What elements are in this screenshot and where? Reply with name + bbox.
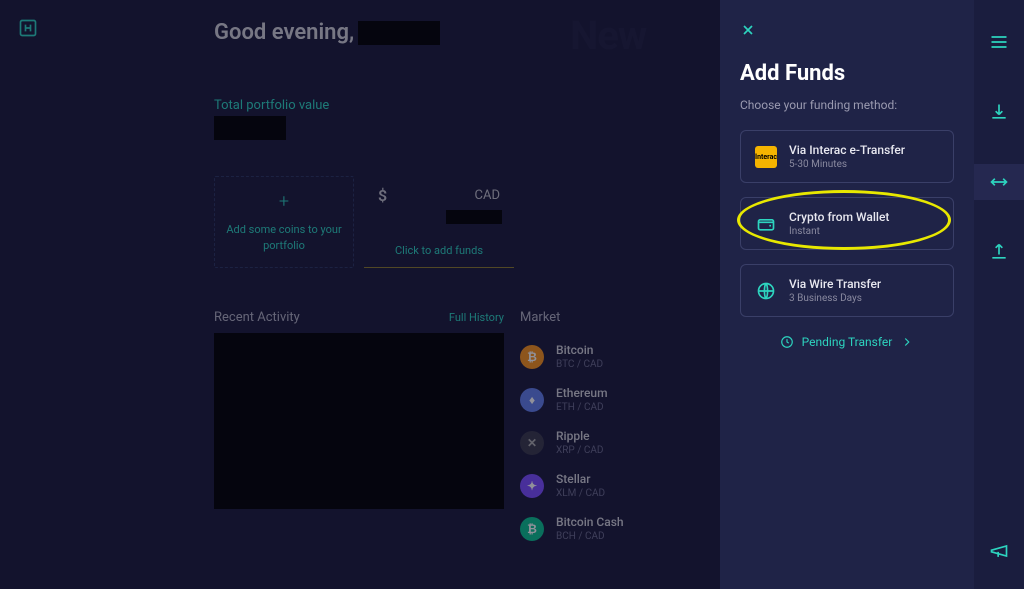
coin-icon: ♦: [520, 388, 544, 412]
deposit-icon[interactable]: [974, 94, 1024, 130]
fund-option-sub: 3 Business Days: [789, 293, 881, 304]
coin-icon: ✦: [520, 474, 544, 498]
full-history-link[interactable]: Full History: [449, 311, 504, 324]
activity-title: Recent Activity: [214, 310, 300, 325]
pending-label: Pending Transfer: [802, 335, 893, 349]
coin-icon: ₿: [520, 345, 544, 369]
coin-pair: BTC / CAD: [556, 359, 603, 370]
coin-name: Bitcoin: [556, 343, 603, 357]
coin-name: Ethereum: [556, 386, 608, 400]
coin-pair: ETH / CAD: [556, 402, 608, 413]
fund-option-title: Via Wire Transfer: [789, 277, 881, 291]
cad-balance-redacted: [446, 210, 502, 224]
wallet-icon: [755, 213, 777, 235]
coin-name: Bitcoin Cash: [556, 515, 624, 529]
coin-pair: BCH / CAD: [556, 531, 624, 542]
menu-icon[interactable]: [974, 24, 1024, 60]
right-sidebar: [974, 0, 1024, 589]
fund-option-title: Crypto from Wallet: [789, 210, 889, 224]
brand-logo: [18, 18, 38, 42]
add-coins-label: Add some coins to your portfolio: [215, 222, 353, 253]
coin-icon: ₿: [520, 517, 544, 541]
portfolio-value-redacted: [214, 116, 286, 140]
transfer-icon[interactable]: [974, 164, 1024, 200]
market-item-ripple[interactable]: ✕ Ripple XRP / CAD: [520, 421, 700, 464]
add-funds-cta: Click to add funds: [364, 244, 514, 257]
add-funds-panel: Add Funds Choose your funding method: In…: [720, 0, 974, 589]
coin-pair: XRP / CAD: [556, 445, 603, 456]
fund-option-wallet[interactable]: Crypto from Wallet Instant: [740, 197, 954, 250]
panel-subtitle: Choose your funding method:: [740, 98, 954, 112]
fund-option-sub: 5-30 Minutes: [789, 159, 905, 170]
currency-label: CAD: [475, 188, 500, 203]
dollar-icon: $: [378, 186, 387, 205]
market-item-ethereum[interactable]: ♦ Ethereum ETH / CAD: [520, 378, 700, 421]
fund-option-title: Via Interac e-Transfer: [789, 143, 905, 157]
username-redacted: [358, 21, 440, 45]
coin-pair: XLM / CAD: [556, 488, 605, 499]
portfolio-label: Total portfolio value: [214, 98, 329, 113]
withdraw-icon[interactable]: [974, 234, 1024, 270]
activity-list-redacted: [214, 333, 504, 509]
panel-title: Add Funds: [740, 61, 954, 86]
background-watermark: New: [570, 12, 646, 59]
globe-icon: [755, 280, 777, 302]
fund-option-sub: Instant: [789, 226, 889, 237]
add-coins-card[interactable]: + Add some coins to your portfolio: [214, 176, 354, 268]
close-icon[interactable]: [740, 22, 756, 43]
market-item-bitcoin[interactable]: ₿ Bitcoin BTC / CAD: [520, 335, 700, 378]
fund-option-interac[interactable]: Interac Via Interac e-Transfer 5-30 Minu…: [740, 130, 954, 183]
announce-icon[interactable]: [974, 533, 1024, 569]
greeting-text: Good evening,: [214, 20, 440, 45]
market-title: Market: [520, 310, 700, 325]
market-item-stellar[interactable]: ✦ Stellar XLM / CAD: [520, 464, 700, 507]
coin-icon: ✕: [520, 431, 544, 455]
interac-icon: Interac: [755, 146, 777, 168]
coin-name: Ripple: [556, 429, 603, 443]
cad-balance-card[interactable]: $ CAD Click to add funds: [364, 176, 514, 268]
market-item-bitcoin-cash[interactable]: ₿ Bitcoin Cash BCH / CAD: [520, 507, 700, 550]
plus-icon: +: [279, 191, 289, 212]
pending-transfer-link[interactable]: Pending Transfer: [740, 335, 954, 349]
coin-name: Stellar: [556, 472, 605, 486]
fund-option-globe[interactable]: Via Wire Transfer 3 Business Days: [740, 264, 954, 317]
